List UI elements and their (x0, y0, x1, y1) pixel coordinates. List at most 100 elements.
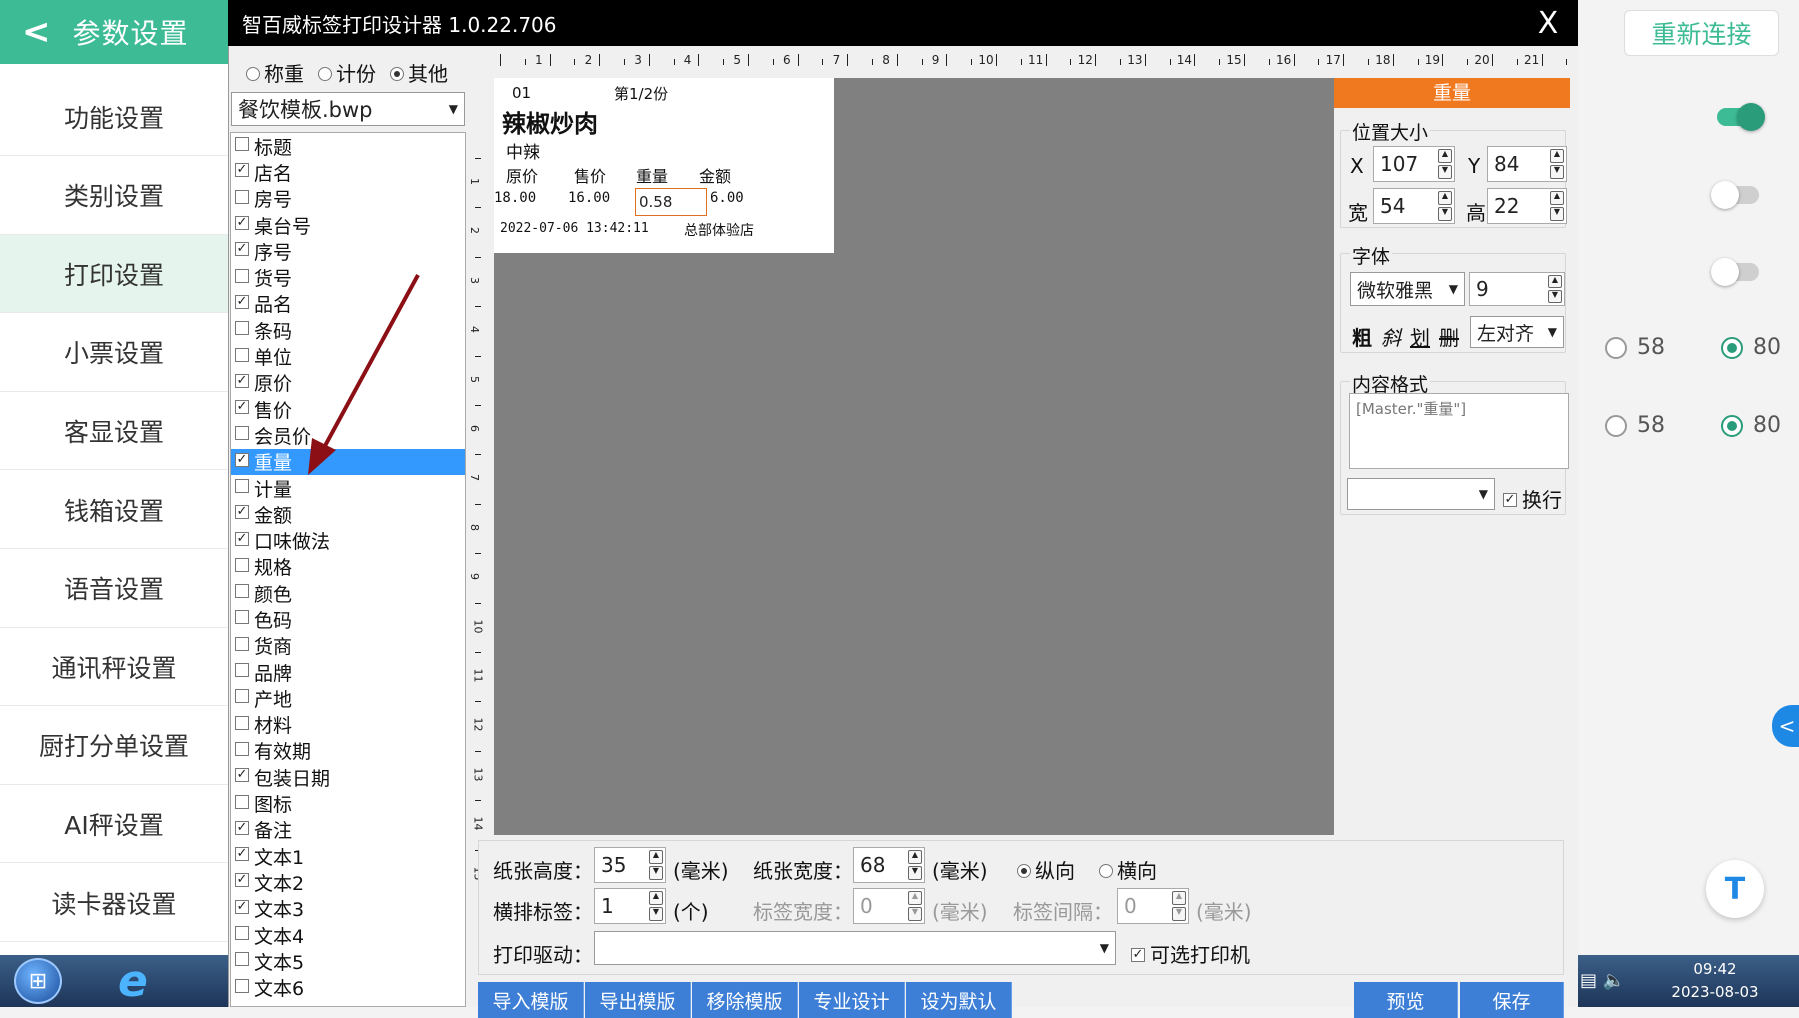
field-item[interactable]: ✓ 口味做法 (231, 527, 465, 553)
action-button-4[interactable]: 设为默认 (906, 982, 1012, 1018)
sidebar-item-3[interactable]: 小票设置 (0, 313, 228, 392)
field-item[interactable]: 色码 (231, 606, 465, 632)
field-checkbox[interactable] (235, 321, 249, 336)
sidebar-item-5[interactable]: 钱箱设置 (0, 471, 228, 549)
label-header-sale[interactable]: 售价 (574, 163, 606, 187)
field-item[interactable]: ✓ 文本3 (231, 896, 465, 922)
field-checkbox[interactable]: ✓ (235, 820, 249, 835)
label-datetime[interactable]: 2022-07-06 13:42:11 (500, 221, 649, 236)
spin-down-icon[interactable]: ▼ (1550, 164, 1564, 179)
landscape-radio[interactable]: 横向 (1099, 855, 1157, 884)
field-checkbox[interactable]: ✓ (235, 768, 249, 783)
field-checkbox[interactable] (235, 689, 249, 704)
field-item[interactable]: 文本5 (231, 948, 465, 974)
sidebar-item-8[interactable]: 厨打分单设置 (0, 706, 228, 785)
selectable-printer-checkbox[interactable]: ✓ 可选打印机 (1131, 939, 1250, 968)
sidebar-item-1[interactable]: 类别设置 (0, 156, 228, 235)
field-item[interactable]: 品牌 (231, 659, 465, 685)
helper-app-icon[interactable]: T (1706, 860, 1764, 918)
spin-down-icon[interactable]: ▼ (649, 906, 663, 921)
spin-up-icon[interactable]: ▲ (1550, 191, 1564, 206)
spin-up-icon[interactable]: ▲ (1550, 149, 1564, 164)
field-checkbox[interactable]: ✓ (235, 531, 249, 546)
action-button-2[interactable]: 移除模版 (692, 982, 798, 1018)
field-item[interactable]: 文本6 (231, 975, 465, 1001)
preview-button[interactable]: 预览 (1354, 982, 1458, 1018)
sidebar-item-0[interactable]: 功能设置 (0, 78, 228, 156)
row-labels-spinner[interactable]: 1 ▲ ▼ (594, 888, 666, 924)
field-item[interactable]: ✓ 序号 (231, 238, 465, 264)
field-item[interactable]: ✓ 桌台号 (231, 212, 465, 238)
toggle-switch-2[interactable] (1711, 181, 1759, 209)
spin-up-icon[interactable]: ▲ (649, 891, 663, 906)
reconnect-button[interactable]: 重新连接 (1624, 10, 1779, 56)
font-size-spinner[interactable]: 9 ▲ ▼ (1469, 272, 1565, 306)
field-checkbox[interactable]: ✓ (235, 294, 249, 309)
field-item[interactable]: 规格 (231, 554, 465, 580)
field-item[interactable]: 颜色 (231, 580, 465, 606)
sidebar-item-9[interactable]: AI秤设置 (0, 785, 228, 864)
spin-down-icon[interactable]: ▼ (908, 865, 922, 880)
close-button[interactable]: X (1528, 4, 1568, 42)
sidebar-item-10[interactable]: 读卡器设置 (0, 864, 228, 942)
x-spinner[interactable]: 107 ▲ ▼ (1373, 146, 1455, 182)
spin-down-icon[interactable]: ▼ (1550, 206, 1564, 221)
field-item[interactable]: 文本4 (231, 922, 465, 948)
portrait-radio[interactable]: 纵向 (1017, 855, 1075, 884)
save-button[interactable]: 保存 (1460, 982, 1564, 1018)
align-select[interactable]: 左对齐 ▼ (1470, 316, 1564, 348)
label-flavor[interactable]: 中辣 (506, 138, 540, 163)
w-spinner[interactable]: 54 ▲ ▼ (1373, 188, 1455, 224)
field-item[interactable]: 材料 (231, 712, 465, 738)
label-item-name[interactable]: 辣椒炒肉 (502, 104, 598, 139)
field-checkbox[interactable]: ✓ (235, 847, 249, 862)
field-checkbox[interactable] (235, 610, 249, 625)
back-arrow-icon[interactable]: < (22, 12, 51, 52)
field-checkbox[interactable] (235, 741, 249, 756)
italic-button[interactable]: 斜 (1381, 322, 1401, 351)
sidebar-item-7[interactable]: 通讯秤设置 (0, 628, 228, 707)
field-checkbox[interactable]: ✓ (235, 242, 249, 257)
label-portion[interactable]: 第1/2份 (614, 83, 668, 104)
label-price-orig[interactable]: 18.00 (494, 190, 536, 206)
label-amount[interactable]: 6.00 (710, 190, 744, 206)
field-checkbox[interactable] (235, 715, 249, 730)
field-checkbox[interactable] (235, 189, 249, 204)
field-checkbox[interactable] (235, 978, 249, 993)
spin-down-icon[interactable]: ▼ (1548, 289, 1562, 303)
label-header-amount[interactable]: 金额 (699, 163, 731, 187)
format-select[interactable]: ▼ (1347, 478, 1495, 510)
network-icon[interactable]: ▤ (1580, 970, 1597, 991)
label-header-weight[interactable]: 重量 (636, 163, 668, 187)
field-checkbox[interactable]: ✓ (235, 873, 249, 888)
action-button-3[interactable]: 专业设计 (799, 982, 905, 1018)
h-spinner[interactable]: 22 ▲ ▼ (1487, 188, 1567, 224)
field-checkbox[interactable] (235, 794, 249, 809)
field-checkbox[interactable] (235, 557, 249, 572)
field-item[interactable]: ✓ 文本2 (231, 869, 465, 895)
printer-driver-select[interactable]: ▼ (594, 931, 1116, 965)
field-checkbox[interactable] (235, 426, 249, 441)
underline-button[interactable]: 划 (1410, 322, 1430, 351)
field-checkbox[interactable]: ✓ (235, 400, 249, 415)
field-checkbox[interactable] (235, 926, 249, 941)
field-checkbox[interactable] (235, 479, 249, 493)
field-checkbox[interactable] (235, 952, 249, 967)
field-checkbox[interactable] (235, 268, 249, 283)
field-item[interactable]: ✓ 文本1 (231, 843, 465, 869)
y-spinner[interactable]: 84 ▲ ▼ (1487, 146, 1567, 182)
label-price-sale[interactable]: 16.00 (568, 190, 610, 206)
spin-up-icon[interactable]: ▲ (1438, 191, 1452, 206)
spin-up-icon[interactable]: ▲ (649, 850, 663, 865)
field-item[interactable]: ✓ 包装日期 (231, 764, 465, 790)
field-checkbox[interactable]: ✓ (235, 216, 249, 231)
toggle-switch-1[interactable] (1717, 103, 1765, 131)
field-item[interactable]: ✓ 店名 (231, 159, 465, 185)
mode-radio-weigh[interactable]: 称重 (246, 58, 304, 87)
mode-radio-other[interactable]: 其他 (390, 58, 448, 87)
radio-58-a[interactable] (1605, 336, 1627, 359)
template-select[interactable]: 餐饮模板.bwp ▼ (231, 92, 465, 126)
field-item[interactable]: 标题 (231, 133, 465, 159)
label-header-orig[interactable]: 原价 (506, 163, 538, 187)
spin-down-icon[interactable]: ▼ (649, 865, 663, 880)
